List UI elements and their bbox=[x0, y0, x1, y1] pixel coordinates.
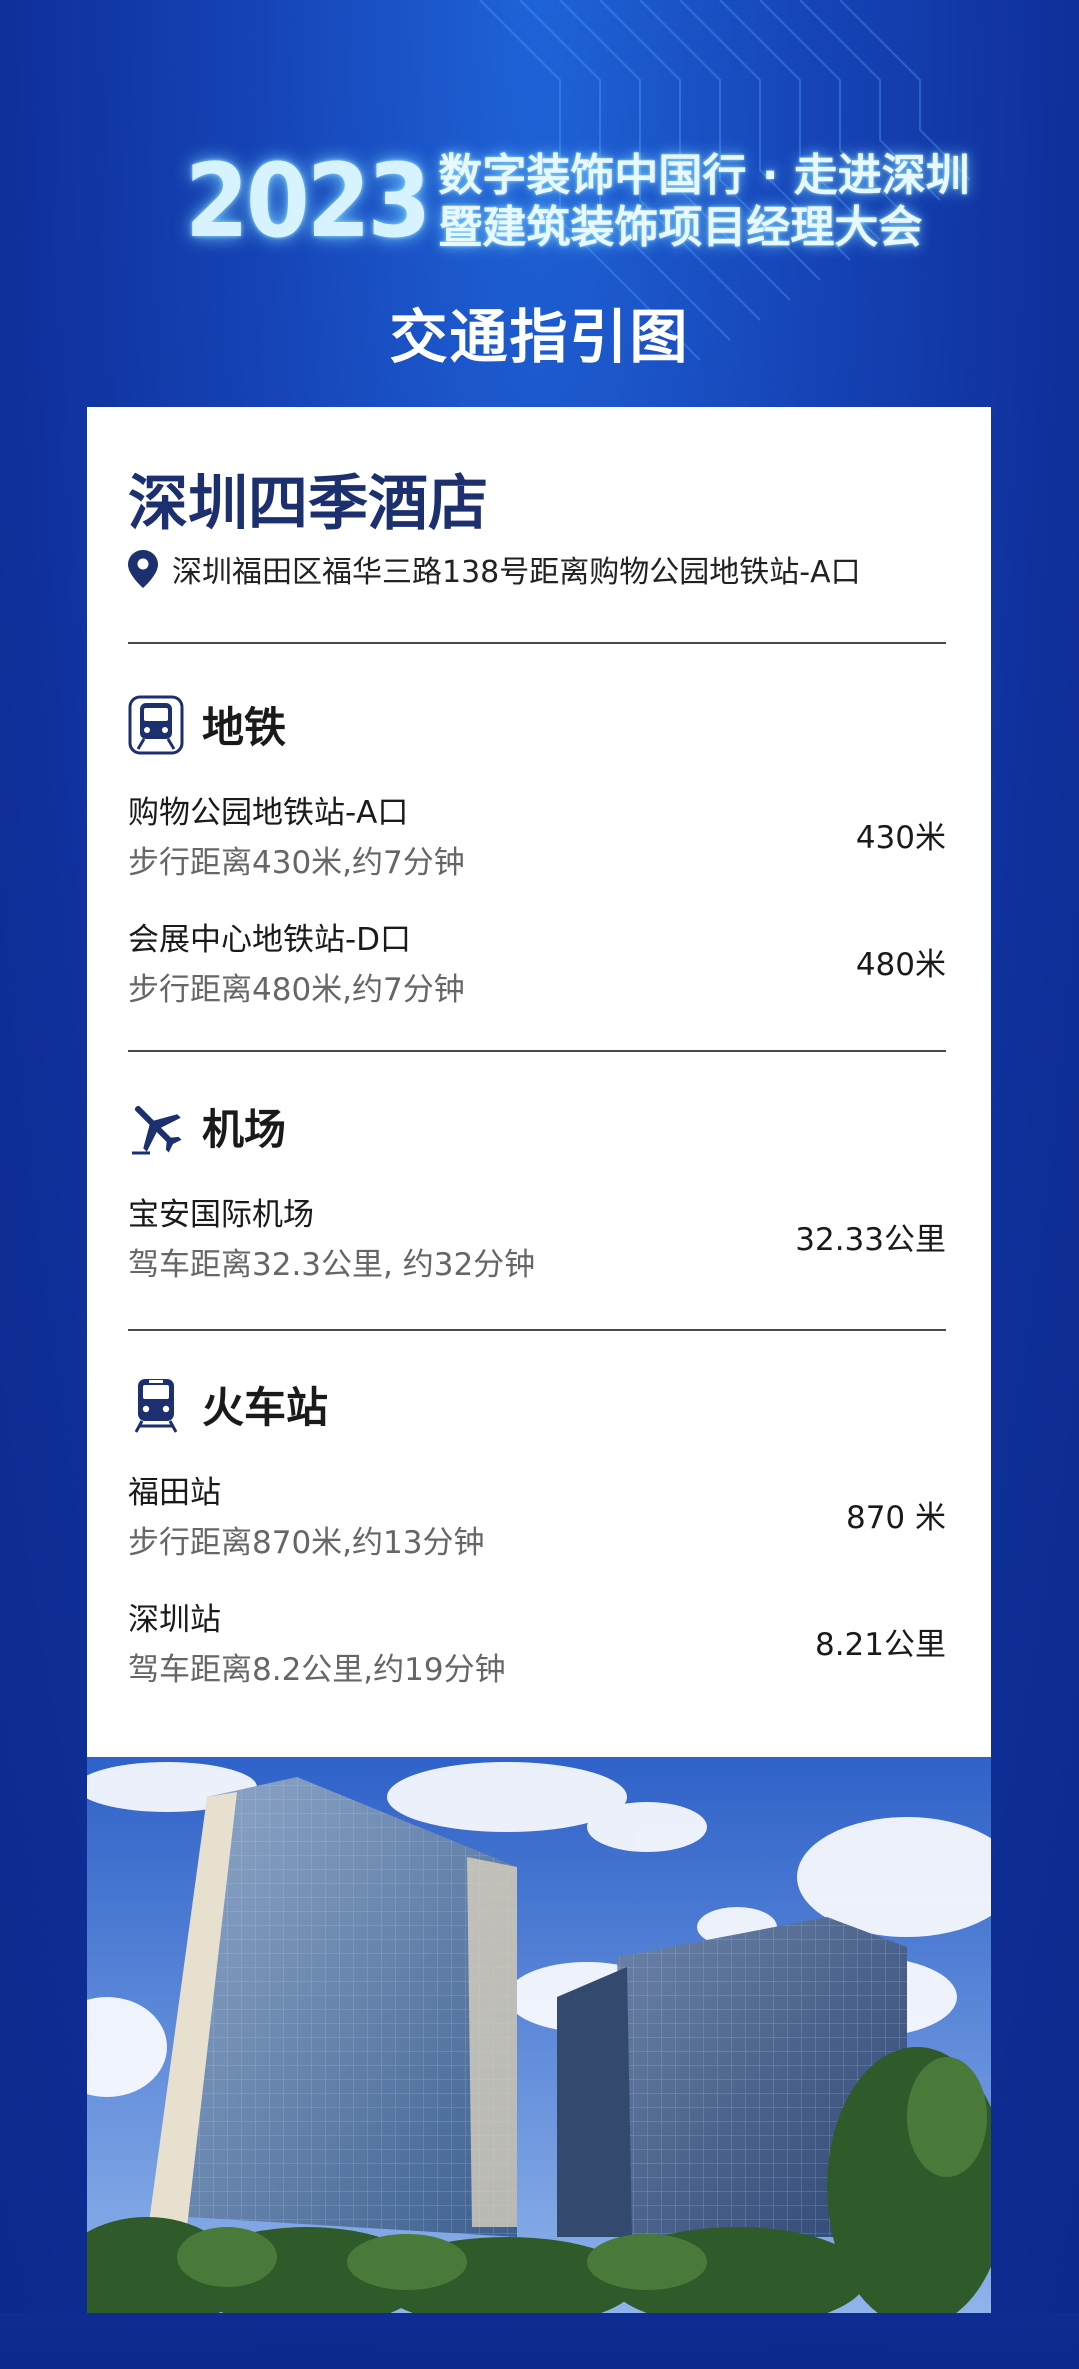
list-item: 深圳站 驾车距离8.2公里,约19分钟 8.21公里 bbox=[128, 1594, 946, 1694]
event-title: 2023 数字装饰中国行 · 走进深圳 暨建筑装饰项目经理大会 bbox=[185, 150, 970, 254]
subway-icon bbox=[128, 695, 184, 754]
section-train: 火车站 bbox=[128, 1374, 328, 1435]
hotel-name: 深圳四季酒店 bbox=[128, 469, 488, 539]
entry-description: 驾车距离32.3公里, 约32分钟 bbox=[128, 1247, 536, 1283]
divider bbox=[128, 642, 946, 644]
entry-distance: 32.33公里 bbox=[795, 1222, 946, 1258]
entry-description: 驾车距离8.2公里,约19分钟 bbox=[128, 1652, 506, 1688]
event-year: 2023 bbox=[185, 142, 431, 261]
event-title-line1: 数字装饰中国行 · 走进深圳 bbox=[438, 150, 970, 201]
train-icon bbox=[134, 1378, 178, 1433]
location-pin-icon bbox=[128, 550, 158, 588]
event-title-line2: 暨建筑装饰项目经理大会 bbox=[438, 202, 923, 253]
entry-distance: 480米 bbox=[855, 947, 946, 983]
list-item: 宝安国际机场 驾车距离32.3公里, 约32分钟 32.33公里 bbox=[128, 1189, 946, 1289]
section-title: 机场 bbox=[202, 1105, 287, 1154]
section-title: 地铁 bbox=[202, 703, 287, 752]
entry-distance: 8.21公里 bbox=[814, 1627, 946, 1663]
entry-description: 步行距离430米,约7分钟 bbox=[128, 845, 465, 881]
section-title: 火车站 bbox=[202, 1383, 329, 1432]
footer-band bbox=[0, 2313, 1079, 2369]
list-item: 福田站 步行距离870米,约13分钟 870 米 bbox=[128, 1467, 946, 1567]
hotel-photo bbox=[87, 1757, 991, 2313]
entry-name: 宝安国际机场 bbox=[128, 1197, 314, 1233]
page-subtitle: 交通指引图 bbox=[389, 303, 690, 371]
list-item: 购物公园地铁站-A口 步行距离430米,约7分钟 430米 bbox=[128, 787, 946, 887]
entry-name: 深圳站 bbox=[128, 1602, 221, 1638]
hotel-address: 深圳福田区福华三路138号距离购物公园地铁站-A口 bbox=[172, 555, 861, 590]
entry-name: 福田站 bbox=[128, 1475, 221, 1511]
entry-distance: 430米 bbox=[855, 820, 946, 856]
divider bbox=[128, 1329, 946, 1331]
traffic-guide-card: 深圳四季酒店 深圳福田区福华三路138号距离购物公园地铁站-A口 地铁 购物公园… bbox=[87, 407, 991, 1757]
entry-name: 购物公园地铁站-A口 bbox=[128, 795, 409, 831]
section-subway: 地铁 bbox=[128, 694, 286, 755]
section-airport: 机场 bbox=[128, 1096, 286, 1157]
entry-description: 步行距离870米,约13分钟 bbox=[128, 1525, 485, 1561]
divider bbox=[128, 1050, 946, 1052]
entry-name: 会展中心地铁站-D口 bbox=[128, 922, 412, 958]
list-item: 会展中心地铁站-D口 步行距离480米,约7分钟 480米 bbox=[128, 914, 946, 1014]
hotel-address-row: 深圳福田区福华三路138号距离购物公园地铁站-A口 bbox=[128, 547, 861, 591]
entry-description: 步行距离480米,约7分钟 bbox=[128, 972, 465, 1008]
entry-distance: 870 米 bbox=[845, 1500, 946, 1536]
airplane-icon bbox=[132, 1105, 182, 1154]
